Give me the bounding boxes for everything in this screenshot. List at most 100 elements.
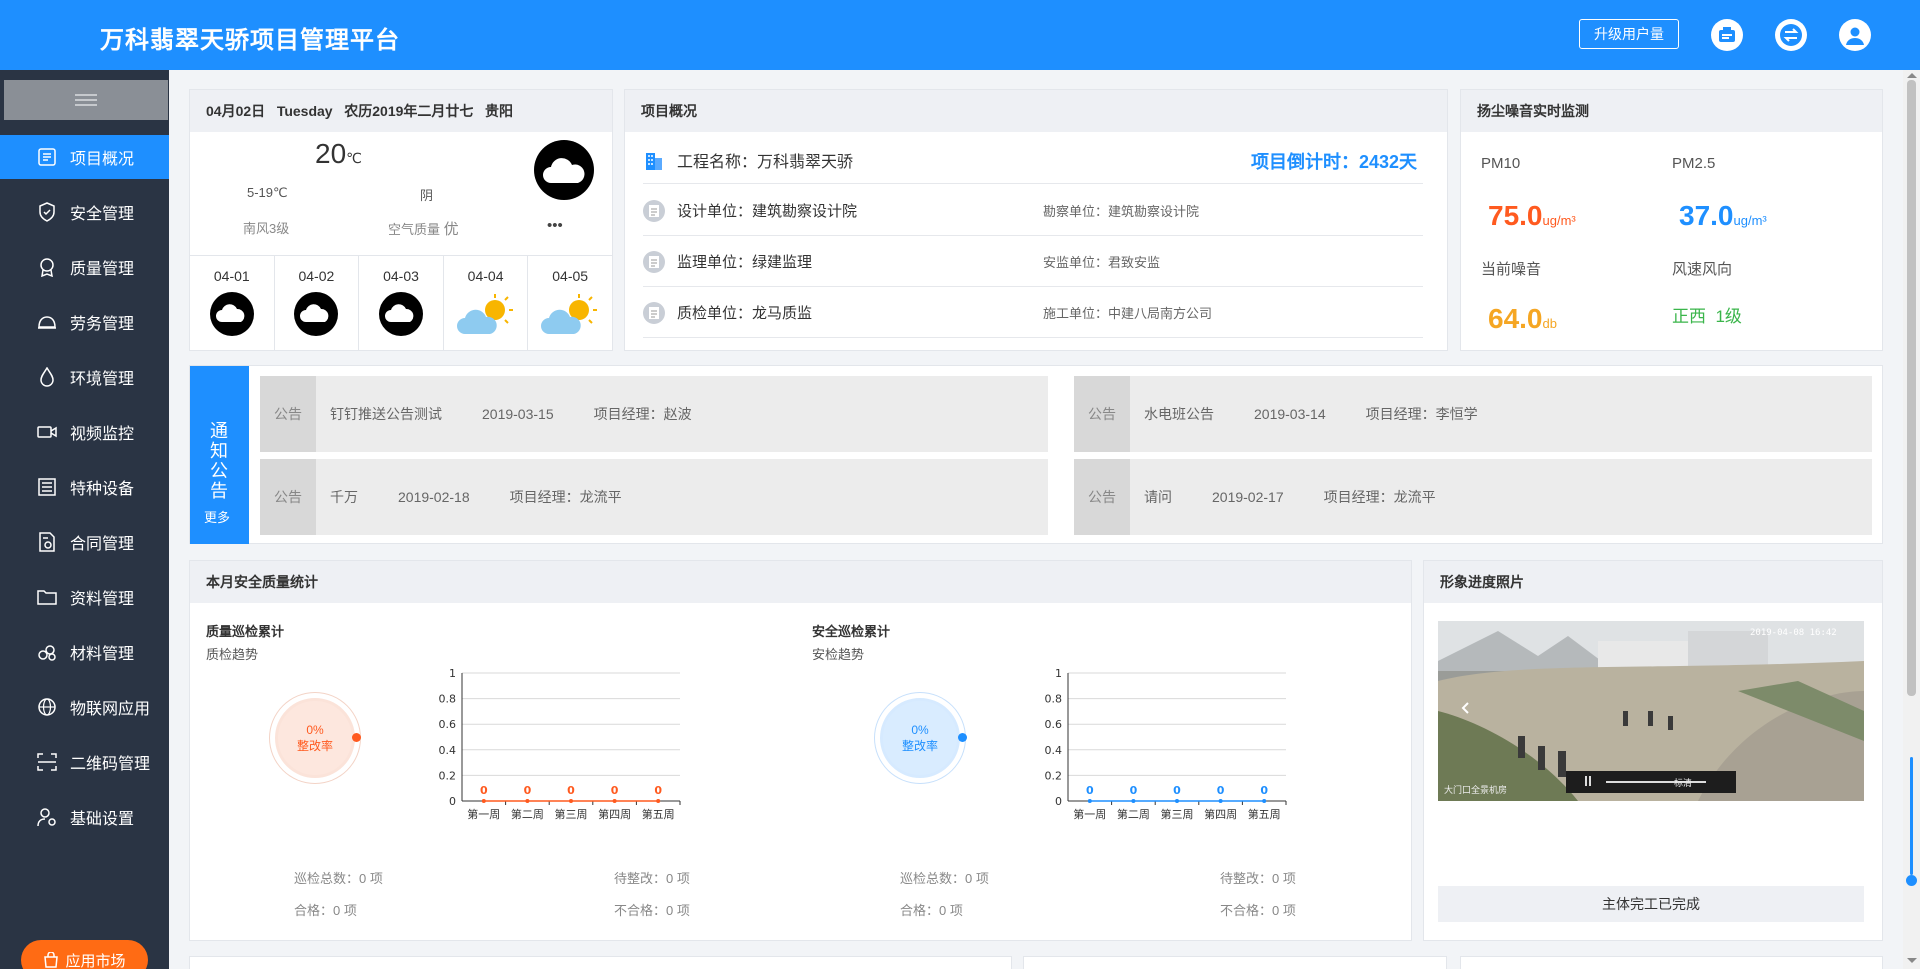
more-dots-icon[interactable]: ••• — [547, 217, 563, 234]
gauge-indicator-dot — [958, 733, 967, 742]
sidebar-item-quality[interactable]: 质量管理 — [0, 245, 169, 289]
building-icon — [646, 152, 662, 170]
sidebar-item-project-overview[interactable]: 项目概况 — [0, 135, 169, 179]
bottom-card — [189, 956, 1012, 969]
project-overview-title: 项目概况 — [625, 90, 1447, 132]
x-tick-label: 第四周 — [598, 807, 631, 821]
notice-manager: 项目经理：龙流平 — [1323, 489, 1436, 505]
sidebar-item-qrcode[interactable]: 二维码管理 — [0, 740, 169, 784]
x-tick-label: 第一周 — [467, 807, 500, 821]
quality-stat-heading: 质量巡检累计 质检趋势 — [206, 624, 285, 662]
data-label: 0 — [1086, 784, 1094, 797]
inspection-unit: 质检单位：龙马质监 — [677, 305, 813, 322]
sidebar-item-label: 二维码管理 — [70, 756, 151, 773]
upgrade-users-button[interactable]: 升级用户量 — [1579, 19, 1679, 49]
bottom-card — [1023, 956, 1447, 969]
notice-item[interactable]: 公告 请问 2019-02-17 项目经理：龙流平 — [1074, 459, 1872, 535]
sidebar: 项目概况 安全管理 质量管理 劳务管理 环境管理 视频监控 特种设备 合同管理 … — [0, 70, 169, 969]
notice-item[interactable]: 公告 千万 2019-02-18 项目经理：龙流平 — [260, 459, 1048, 535]
y-tick-label: 0.2 — [439, 769, 457, 782]
pm25-label: PM2.5 — [1672, 155, 1716, 172]
notice-title: 水电班公告 — [1144, 406, 1214, 422]
hamburger-icon — [75, 91, 97, 109]
photo-title: 形象进度照片 — [1424, 561, 1882, 603]
qr-scan-icon — [36, 751, 58, 773]
sidebar-item-labor[interactable]: 劳务管理 — [0, 300, 169, 344]
x-tick-label: 第二周 — [1117, 807, 1150, 821]
data-label: 0 — [654, 784, 662, 797]
data-label: 0 — [1260, 784, 1268, 797]
notice-manager: 项目经理：赵波 — [593, 406, 692, 422]
app-market-button[interactable]: 应用市场 — [21, 940, 148, 969]
top-bar: 万科翡翠天骄项目管理平台 升级用户量 — [0, 0, 1920, 70]
notice-more-link[interactable]: 更多 — [204, 507, 230, 526]
sidebar-item-contract[interactable]: 合同管理 — [0, 520, 169, 564]
wind-info: 南风3级 — [243, 221, 290, 236]
sidebar-item-label: 合同管理 — [70, 536, 135, 553]
sidebar-item-video[interactable]: 视频监控 — [0, 410, 169, 454]
data-label: 0 — [480, 784, 488, 797]
notice-tag-label: 通知公告 — [210, 421, 228, 501]
x-tick-label: 第二周 — [511, 807, 544, 821]
project-countdown: 项目倒计时：2432天 — [1250, 152, 1417, 172]
safety-quality-stats-card: 本月安全质量统计 质量巡检累计 质检趋势 0% 整改率 0 0.2 0.4 0.6 0.… — [189, 560, 1412, 941]
forecast-day: 04-02 — [275, 256, 360, 351]
sidebar-collapse-button[interactable] — [4, 80, 168, 120]
notice-board-icon[interactable] — [1711, 19, 1743, 51]
switch-icon[interactable] — [1775, 19, 1807, 51]
user-avatar-icon[interactable] — [1839, 19, 1871, 51]
safety-supervision-unit: 安监单位：君致安监 — [1043, 255, 1161, 270]
unit-row: 监理单位：绿建监理 安监单位：君致安监 — [643, 237, 1423, 287]
y-tick-label: 0.8 — [1045, 693, 1063, 706]
scroll-knob — [1906, 875, 1917, 886]
safety-rectify-gauge: 0% 整改率 — [880, 698, 960, 778]
safety-trend-chart: 0 0.2 0.4 0.6 0.8 1 第一周 0 第二周 0 第三周 0 第四周 0 第五周 0 — [1045, 667, 1287, 821]
cloudy-icon — [209, 292, 254, 336]
page-scrollbar[interactable] — [1903, 70, 1920, 969]
y-tick-label: 0.2 — [1045, 769, 1063, 782]
sidebar-item-safety[interactable]: 安全管理 — [0, 190, 169, 234]
y-tick-label: 0 — [1055, 795, 1062, 808]
svg-text:标清: 标清 — [1674, 777, 1692, 789]
design-unit: 设计单位：建筑勘察设计院 — [677, 203, 858, 220]
helmet-icon — [36, 311, 58, 333]
data-label: 0 — [524, 784, 532, 797]
data-label: 0 — [567, 784, 575, 797]
sidebar-item-iot[interactable]: 物联网应用 — [0, 685, 169, 729]
scrollbar-thumb[interactable] — [1907, 80, 1916, 696]
sidebar-item-special-equipment[interactable]: 特种设备 — [0, 465, 169, 509]
gauge-indicator-dot — [352, 733, 361, 742]
sidebar-item-environment[interactable]: 环境管理 — [0, 355, 169, 399]
sidebar-item-materials[interactable]: 材料管理 — [0, 630, 169, 674]
contract-icon — [36, 531, 58, 553]
stats-title: 本月安全质量统计 — [190, 561, 1411, 603]
quality-badge-icon — [36, 256, 58, 278]
weather-condition: 阴 — [420, 188, 434, 203]
progress-photo[interactable]: 标清 大门口全景机房 2019-04-08 16:42 — [1438, 621, 1864, 801]
forecast-day: 04-03 — [359, 256, 444, 351]
current-temperature: 20℃ — [315, 138, 362, 169]
sidebar-item-settings[interactable]: 基础设置 — [0, 795, 169, 839]
notice-manager: 项目经理：龙流平 — [509, 489, 622, 505]
unit-row: 设计单位：建筑勘察设计院 勘察单位：建筑勘察设计院 — [643, 186, 1423, 236]
notice-title: 千万 — [330, 489, 358, 505]
weather-card: 04月02日 Tuesday 农历2019年二月廿七 贵阳 20℃ 5-19℃ … — [189, 89, 613, 351]
notice-item[interactable]: 公告 钉钉推送公告测试 2019-03-15 项目经理：赵波 — [260, 376, 1048, 452]
cloudy-icon — [534, 140, 594, 200]
x-tick-label: 第一周 — [1073, 807, 1106, 821]
y-tick-label: 0.4 — [439, 744, 457, 757]
sidebar-item-documents[interactable]: 资料管理 — [0, 575, 169, 619]
dashboard-icon — [36, 146, 58, 168]
pm25-value: 37.0ug/m³ — [1679, 200, 1767, 231]
notice-title: 请问 — [1144, 489, 1172, 505]
document-icon — [643, 301, 665, 324]
wind-value: 正西 1级 — [1672, 307, 1742, 326]
sidebar-item-label: 材料管理 — [70, 646, 135, 663]
sidebar-item-label: 资料管理 — [70, 591, 135, 608]
safety-fail: 不合格：0 项 — [1220, 903, 1296, 918]
notice-item[interactable]: 公告 水电班公告 2019-03-14 项目经理：李恒学 — [1074, 376, 1872, 452]
notice-date: 2019-03-15 — [482, 406, 554, 422]
notice-card: 通知公告 更多 公告 钉钉推送公告测试 2019-03-15 项目经理：赵波 公… — [189, 365, 1883, 544]
forecast-day: 04-04 — [444, 256, 529, 351]
notice-date: 2019-02-17 — [1212, 489, 1284, 505]
